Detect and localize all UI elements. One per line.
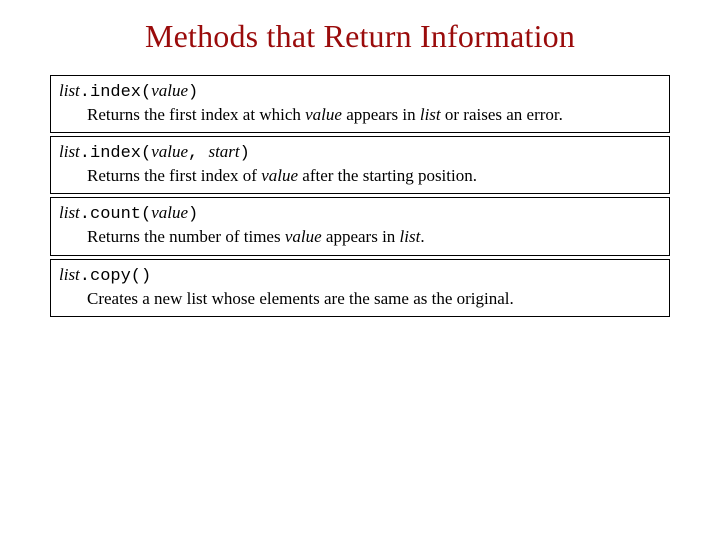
sig-arg: value [151,142,188,161]
desc-ital: list [420,105,441,124]
sig-arg: start [208,142,239,161]
sig-list: list [59,265,80,284]
method-row: list.count(value) Returns the number of … [50,197,670,255]
method-row: list.index(value, start) Returns the fir… [50,136,670,194]
desc-text: Returns the first index at which [87,105,305,124]
method-row: list.index(value) Returns the first inde… [50,75,670,133]
method-description: Returns the first index at which value a… [59,104,661,126]
desc-text: Returns the first index of [87,166,261,185]
desc-ital: value [261,166,298,185]
method-row: list.copy() Creates a new list whose ele… [50,259,670,317]
sig-open: .copy() [80,267,151,286]
desc-ital: value [285,227,322,246]
method-description: Returns the first index of value after t… [59,165,661,187]
method-description: Creates a new list whose elements are th… [59,288,661,310]
sig-open: .index( [80,144,151,163]
sig-list: list [59,203,80,222]
sig-close: ) [188,83,198,102]
method-description: Returns the number of times value appear… [59,226,661,248]
sig-close: ) [188,205,198,224]
desc-text: or raises an error. [441,105,563,124]
sig-close: ) [240,144,250,163]
desc-text: appears in [342,105,420,124]
desc-text: after the starting position. [298,166,477,185]
method-signature: list.copy() [59,264,661,288]
slide: Methods that Return Information list.ind… [0,0,720,317]
method-signature: list.index(value, start) [59,141,661,165]
sig-open: .count( [80,205,151,224]
sig-sep: , [188,144,208,163]
desc-text: appears in [322,227,400,246]
desc-text: . [420,227,424,246]
sig-list: list [59,142,80,161]
sig-list: list [59,81,80,100]
desc-ital: list [400,227,421,246]
page-title: Methods that Return Information [50,18,670,55]
desc-text: Returns the number of times [87,227,285,246]
sig-arg: value [151,81,188,100]
desc-text: Creates a new list whose elements are th… [87,289,514,308]
desc-ital: value [305,105,342,124]
sig-open: .index( [80,83,151,102]
method-signature: list.count(value) [59,202,661,226]
method-signature: list.index(value) [59,80,661,104]
sig-arg: value [151,203,188,222]
